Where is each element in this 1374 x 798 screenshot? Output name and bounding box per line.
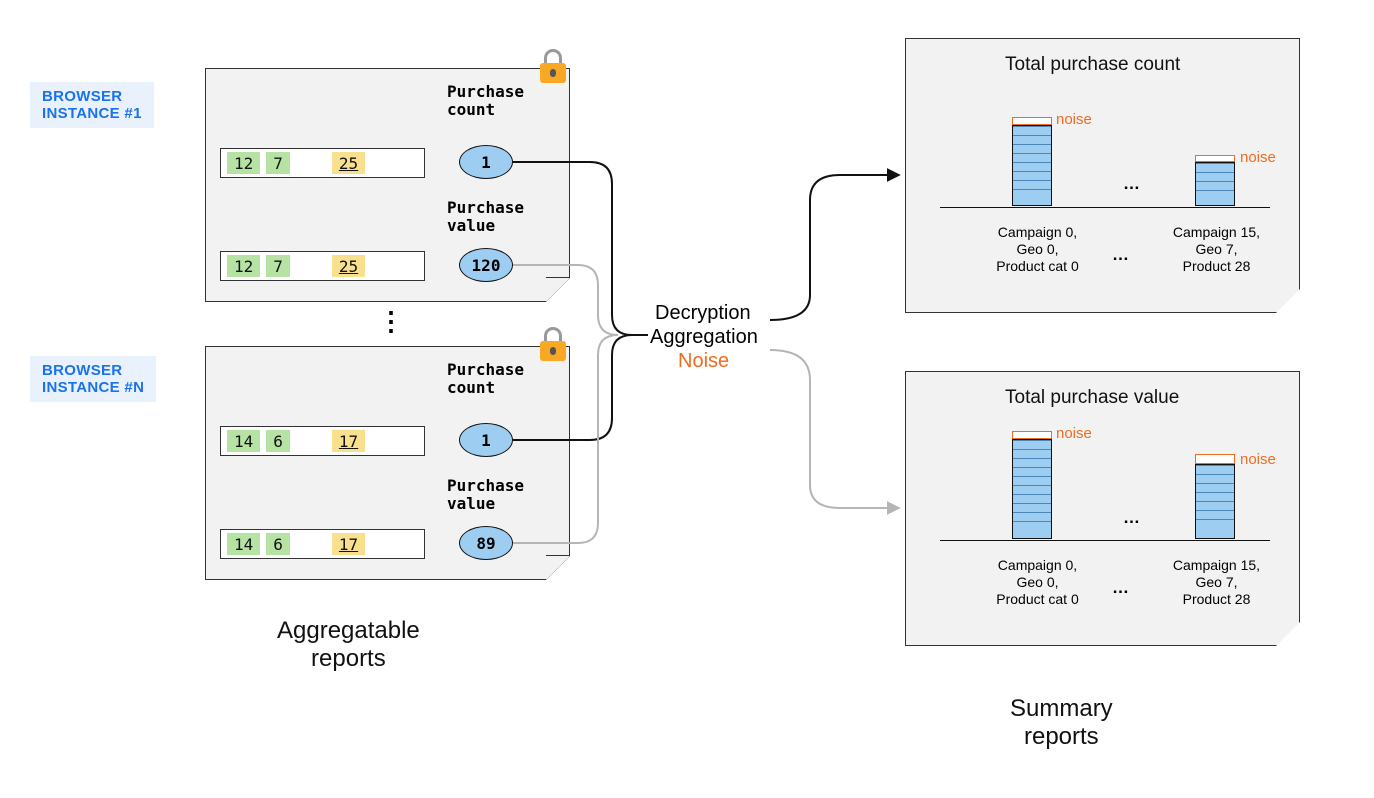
summary-count-bar-1 [1012,125,1052,206]
key-chip: 7 [266,255,290,277]
noise-cap [1012,117,1052,125]
lock-icon [540,49,566,83]
purchase-value-label-n: Purchase value [447,477,524,513]
key-chip: 17 [332,533,365,555]
purchase-count-label-n: Purchase count [447,361,524,397]
key-chip: 25 [332,152,365,174]
noise-cap [1195,454,1235,464]
horizontal-ellipsis: … [1123,508,1140,528]
summary-count-bar2-caption: Campaign 15, Geo 7, Product 28 [1154,224,1279,275]
purchase-count-value-n: 1 [459,423,513,457]
summary-value-title: Total purchase value [1005,387,1179,409]
summary-count-title: Total purchase count [1005,54,1180,76]
summary-value-bar1-caption: Campaign 0, Geo 0, Product cat 0 [975,557,1100,608]
browser-instance-1-tag: BROWSER INSTANCE #1 [30,82,154,128]
summary-value-axis [940,540,1270,541]
key-row-n-value: 14 6 17 [220,529,425,559]
horizontal-ellipsis: … [1112,245,1129,265]
key-chip: 6 [266,430,290,452]
noise-cap [1195,155,1235,162]
purchase-count-value-1: 1 [459,145,513,179]
vertical-ellipsis: ⋮ [378,317,404,325]
noise-label: noise [1240,149,1276,166]
noise-label: noise [1056,425,1092,442]
noise-cap [1012,431,1052,439]
lock-icon [540,327,566,361]
aggregatable-reports-caption: Aggregatable reports [277,617,420,673]
summary-value-bar-2 [1195,464,1235,539]
summary-value-bar2-caption: Campaign 15, Geo 7, Product 28 [1154,557,1279,608]
summary-reports-caption: Summary reports [1010,695,1113,751]
key-row-1-value: 12 7 25 [220,251,425,281]
center-noise-label: Noise [678,350,729,373]
noise-label: noise [1056,111,1092,128]
summary-count-bar1-caption: Campaign 0, Geo 0, Product cat 0 [975,224,1100,275]
purchase-value-value-n: 89 [459,526,513,560]
key-chip: 14 [227,430,260,452]
key-row-n-count: 14 6 17 [220,426,425,456]
summary-count-bar-2 [1195,162,1235,206]
purchase-value-value-1: 120 [459,248,513,282]
key-chip: 25 [332,255,365,277]
browser-instance-n-tag: BROWSER INSTANCE #N [30,356,156,402]
key-chip: 6 [266,533,290,555]
key-chip: 14 [227,533,260,555]
noise-label: noise [1240,451,1276,468]
key-row-1-count: 12 7 25 [220,148,425,178]
key-chip: 7 [266,152,290,174]
horizontal-ellipsis: … [1112,578,1129,598]
horizontal-ellipsis: … [1123,174,1140,194]
center-decryption-label: Decryption [655,302,751,325]
summary-value-bar-1 [1012,439,1052,539]
key-chip: 12 [227,255,260,277]
key-chip: 12 [227,152,260,174]
purchase-value-label-1: Purchase value [447,199,524,235]
purchase-count-label-1: Purchase count [447,83,524,119]
summary-count-axis [940,207,1270,208]
center-aggregation-label: Aggregation [650,326,758,349]
key-chip: 17 [332,430,365,452]
